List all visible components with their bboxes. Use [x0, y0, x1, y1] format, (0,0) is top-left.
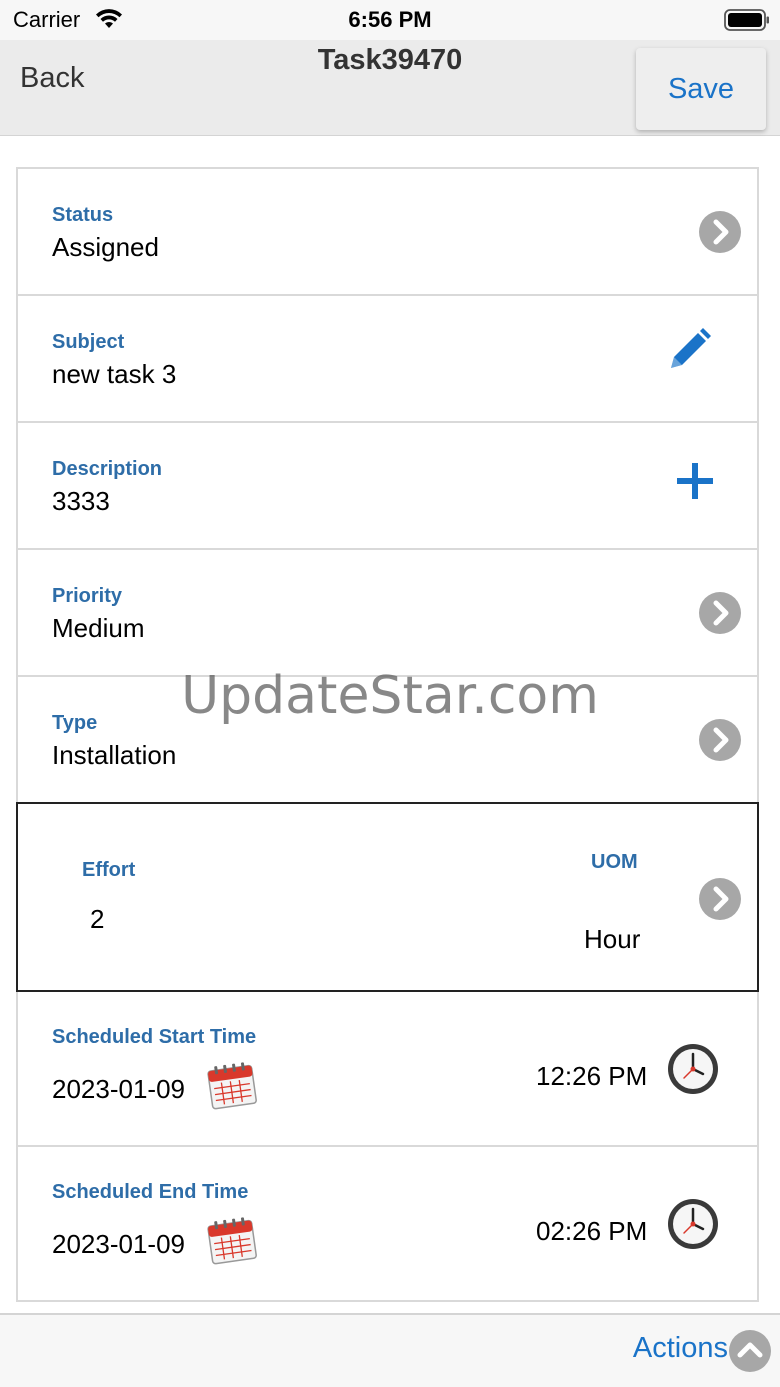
effort-label: Effort: [82, 859, 136, 881]
clock-icon[interactable]: [666, 1042, 720, 1096]
effort-input[interactable]: 2: [90, 904, 104, 935]
description-value: 3333: [52, 486, 110, 516]
priority-label: Priority: [52, 585, 123, 607]
scheduled-start-label: Scheduled Start Time: [52, 1026, 257, 1048]
priority-row[interactable]: Priority Medium: [18, 550, 757, 677]
scheduled-end-row: Scheduled End Time 2023-01-09 02:26 PM: [18, 1147, 757, 1302]
status-value: Assigned: [52, 232, 159, 262]
plus-icon[interactable]: [675, 461, 715, 506]
chevron-right-icon[interactable]: [699, 211, 741, 253]
bottom-action-bar: Actions: [0, 1313, 780, 1387]
status-label: Status: [52, 204, 114, 226]
uom-value[interactable]: Hour: [584, 924, 640, 955]
save-button[interactable]: Save: [636, 48, 766, 130]
task-form: Status Assigned Subject new task 3 Descr…: [16, 167, 759, 1302]
navigation-bar: Back Task39470 Save: [0, 40, 780, 136]
chevron-right-icon[interactable]: [699, 878, 741, 920]
actions-button[interactable]: Actions: [633, 1332, 728, 1365]
clock-icon[interactable]: [666, 1197, 720, 1251]
chevron-right-icon[interactable]: [699, 719, 741, 761]
pencil-icon[interactable]: [665, 326, 713, 379]
type-value: Installation: [52, 740, 177, 770]
description-row[interactable]: Description 3333: [18, 423, 757, 550]
description-label: Description: [52, 458, 163, 480]
status-bar: Carrier 6:56 PM: [0, 0, 780, 40]
subject-label: Subject: [52, 331, 125, 353]
effort-row: Effort 2 UOM Hour: [16, 802, 759, 992]
status-row[interactable]: Status Assigned: [18, 169, 757, 296]
status-time: 6:56 PM: [348, 7, 432, 32]
battery-icon: [724, 9, 770, 36]
scheduled-end-label: Scheduled End Time: [52, 1181, 249, 1203]
scheduled-start-row: Scheduled Start Time 2023-01-09 12:26 PM: [18, 992, 757, 1147]
subject-row[interactable]: Subject new task 3: [18, 296, 757, 423]
priority-value: Medium: [52, 613, 145, 643]
chevron-right-icon[interactable]: [699, 592, 741, 634]
scheduled-start-date[interactable]: 2023-01-09: [52, 1074, 185, 1105]
calendar-icon[interactable]: [206, 1060, 260, 1112]
uom-label: UOM: [591, 851, 638, 873]
scheduled-end-time[interactable]: 02:26 PM: [536, 1216, 647, 1247]
scheduled-start-time[interactable]: 12:26 PM: [536, 1061, 647, 1092]
type-label: Type: [52, 712, 98, 734]
type-row[interactable]: Type Installation: [18, 677, 757, 804]
chevron-up-icon[interactable]: [729, 1330, 771, 1372]
calendar-icon[interactable]: [206, 1215, 260, 1267]
subject-value: new task 3: [52, 359, 177, 389]
scheduled-end-date[interactable]: 2023-01-09: [52, 1229, 185, 1260]
